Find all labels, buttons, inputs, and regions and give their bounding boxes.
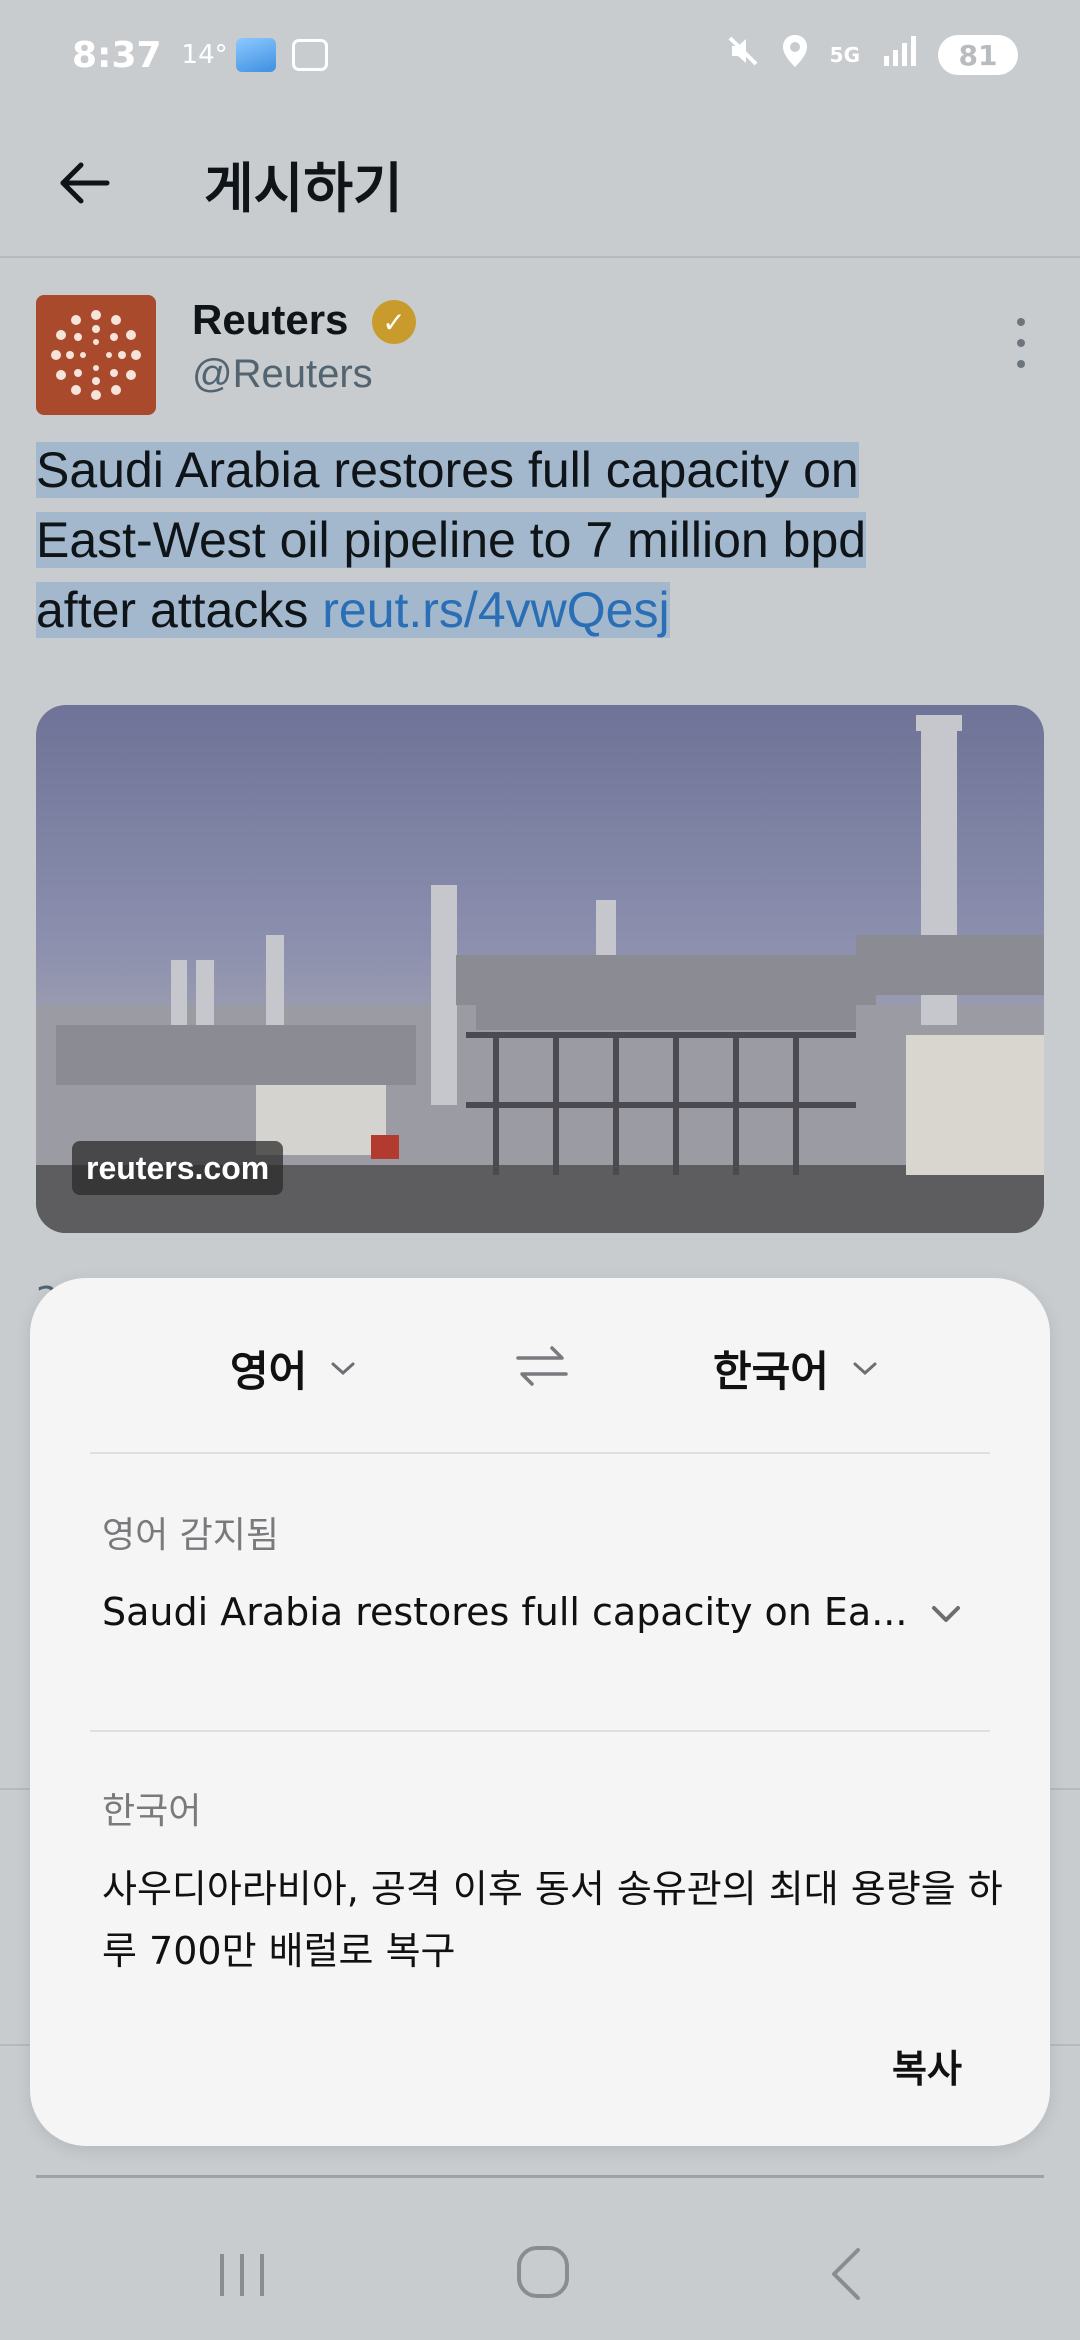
translation-language-label: 한국어 bbox=[102, 1791, 202, 1832]
divider bbox=[90, 1452, 990, 1454]
tweet-text-line-3: after attacks bbox=[36, 582, 323, 638]
target-language-dropdown[interactable]: 한국어 bbox=[713, 1338, 879, 1399]
source-language-dropdown[interactable]: 영어 bbox=[230, 1338, 357, 1399]
media-card[interactable]: reuters.com bbox=[36, 705, 1044, 1233]
back-button[interactable] bbox=[36, 135, 132, 231]
screenshot-icon bbox=[291, 39, 328, 71]
battery-indicator: 81 bbox=[938, 35, 1018, 75]
location-icon bbox=[782, 34, 808, 76]
recent-apps-button[interactable] bbox=[214, 2250, 270, 2300]
reuters-logo-icon bbox=[51, 310, 141, 400]
copy-button[interactable]: 복사 bbox=[892, 2038, 962, 2093]
tweet-text[interactable]: Saudi Arabia restores full capacity on E… bbox=[36, 435, 1046, 645]
chevron-left-icon bbox=[832, 2248, 860, 2300]
tweet-link[interactable]: reut.rs/4vwQesj bbox=[322, 582, 670, 638]
tweet-text-line-2: East-West oil pipeline to 7 million bpd bbox=[36, 512, 867, 568]
verified-badge-icon: ✓ bbox=[372, 300, 416, 344]
status-temperature: 14° bbox=[181, 40, 228, 70]
network-type: 5G bbox=[829, 43, 860, 67]
tweet-text-line-1: Saudi Arabia restores full capacity on bbox=[36, 442, 859, 498]
source-language-label: 영어 bbox=[230, 1347, 308, 1396]
expand-chevron-icon[interactable] bbox=[926, 1596, 966, 1632]
translated-text[interactable]: 사우디아라비아, 공격 이후 동서 송유관의 최대 용량을 하루 700만 배럴… bbox=[102, 1858, 1012, 1982]
swap-languages-icon[interactable] bbox=[514, 1342, 570, 1390]
home-button[interactable] bbox=[515, 2244, 571, 2300]
author-name[interactable]: Reuters bbox=[192, 296, 348, 344]
detected-language-label: 영어 감지됨 bbox=[102, 1515, 280, 1556]
app-header: 게시하기 bbox=[0, 110, 1080, 258]
weather-icon bbox=[235, 38, 276, 72]
arrow-left-icon bbox=[60, 162, 110, 204]
navigation-bar bbox=[0, 2200, 1080, 2340]
system-back-button[interactable] bbox=[824, 2244, 868, 2304]
divider bbox=[90, 1730, 990, 1732]
more-options-icon[interactable] bbox=[1006, 318, 1036, 368]
chevron-down-icon bbox=[329, 1355, 357, 1383]
home-icon bbox=[517, 2246, 569, 2298]
author-handle[interactable]: @Reuters bbox=[192, 352, 373, 397]
recents-icon bbox=[220, 2254, 264, 2296]
translate-popup: 영어 한국어 영어 감지됨 Saudi Arabia restores full… bbox=[30, 1278, 1050, 2146]
media-source-badge: reuters.com bbox=[72, 1141, 284, 1195]
language-selector-row: 영어 한국어 bbox=[30, 1278, 1050, 1454]
mute-icon bbox=[726, 34, 760, 76]
battery-level: 81 bbox=[958, 38, 998, 72]
chevron-down-icon bbox=[851, 1355, 879, 1383]
page-title: 게시하기 bbox=[204, 156, 403, 220]
status-bar: 8:37 14° 5G 81 bbox=[0, 0, 1080, 110]
status-time: 8:37 bbox=[72, 34, 162, 76]
reply-input-underline bbox=[36, 2175, 1044, 2178]
source-text[interactable]: Saudi Arabia restores full capacity on E… bbox=[102, 1590, 922, 1634]
target-language-label: 한국어 bbox=[713, 1347, 829, 1396]
signal-icon bbox=[882, 36, 916, 74]
avatar[interactable] bbox=[36, 295, 156, 415]
